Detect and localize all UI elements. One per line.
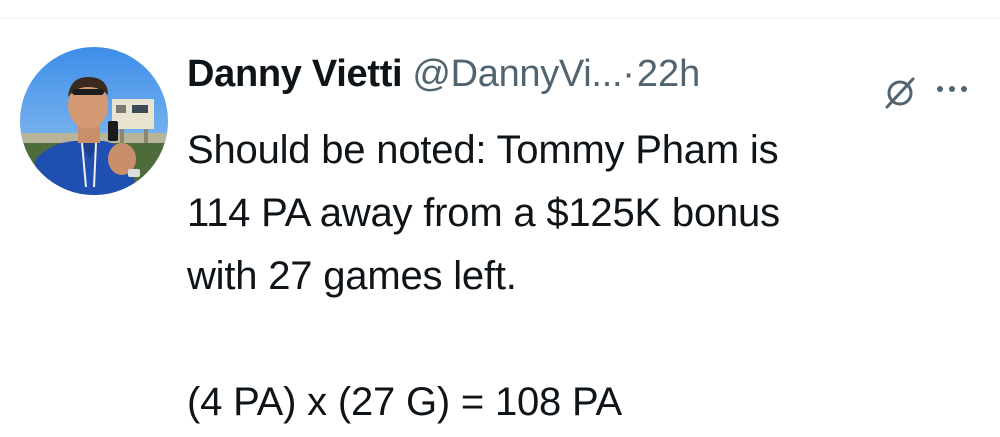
tweet-text-line: with 27 games left.	[187, 254, 517, 298]
tweet-header: Danny Vietti @DannyVi... · 22h	[187, 49, 987, 99]
author-handle[interactable]: @DannyVi...	[412, 53, 622, 96]
header-separator: ·	[622, 52, 635, 95]
tweet-text-line: 114 PA away from a $125K bonus	[187, 191, 780, 235]
tweet-timestamp[interactable]: 22h	[637, 53, 700, 96]
more-options-icon[interactable]	[934, 79, 974, 99]
author-display-name[interactable]: Danny Vietti	[187, 53, 403, 96]
tweet-article[interactable]: Danny Vietti @DannyVi... · 22h Should be…	[0, 19, 1000, 437]
grok-icon[interactable]	[882, 75, 918, 111]
tweet-text: Should be noted: Tommy Pham is 114 PA aw…	[187, 119, 967, 434]
avatar[interactable]	[20, 47, 168, 195]
tweet-text-line: (4 PA) x (27 G) = 108 PA	[187, 380, 623, 424]
tweet-text-line: Should be noted: Tommy Pham is	[187, 128, 779, 172]
